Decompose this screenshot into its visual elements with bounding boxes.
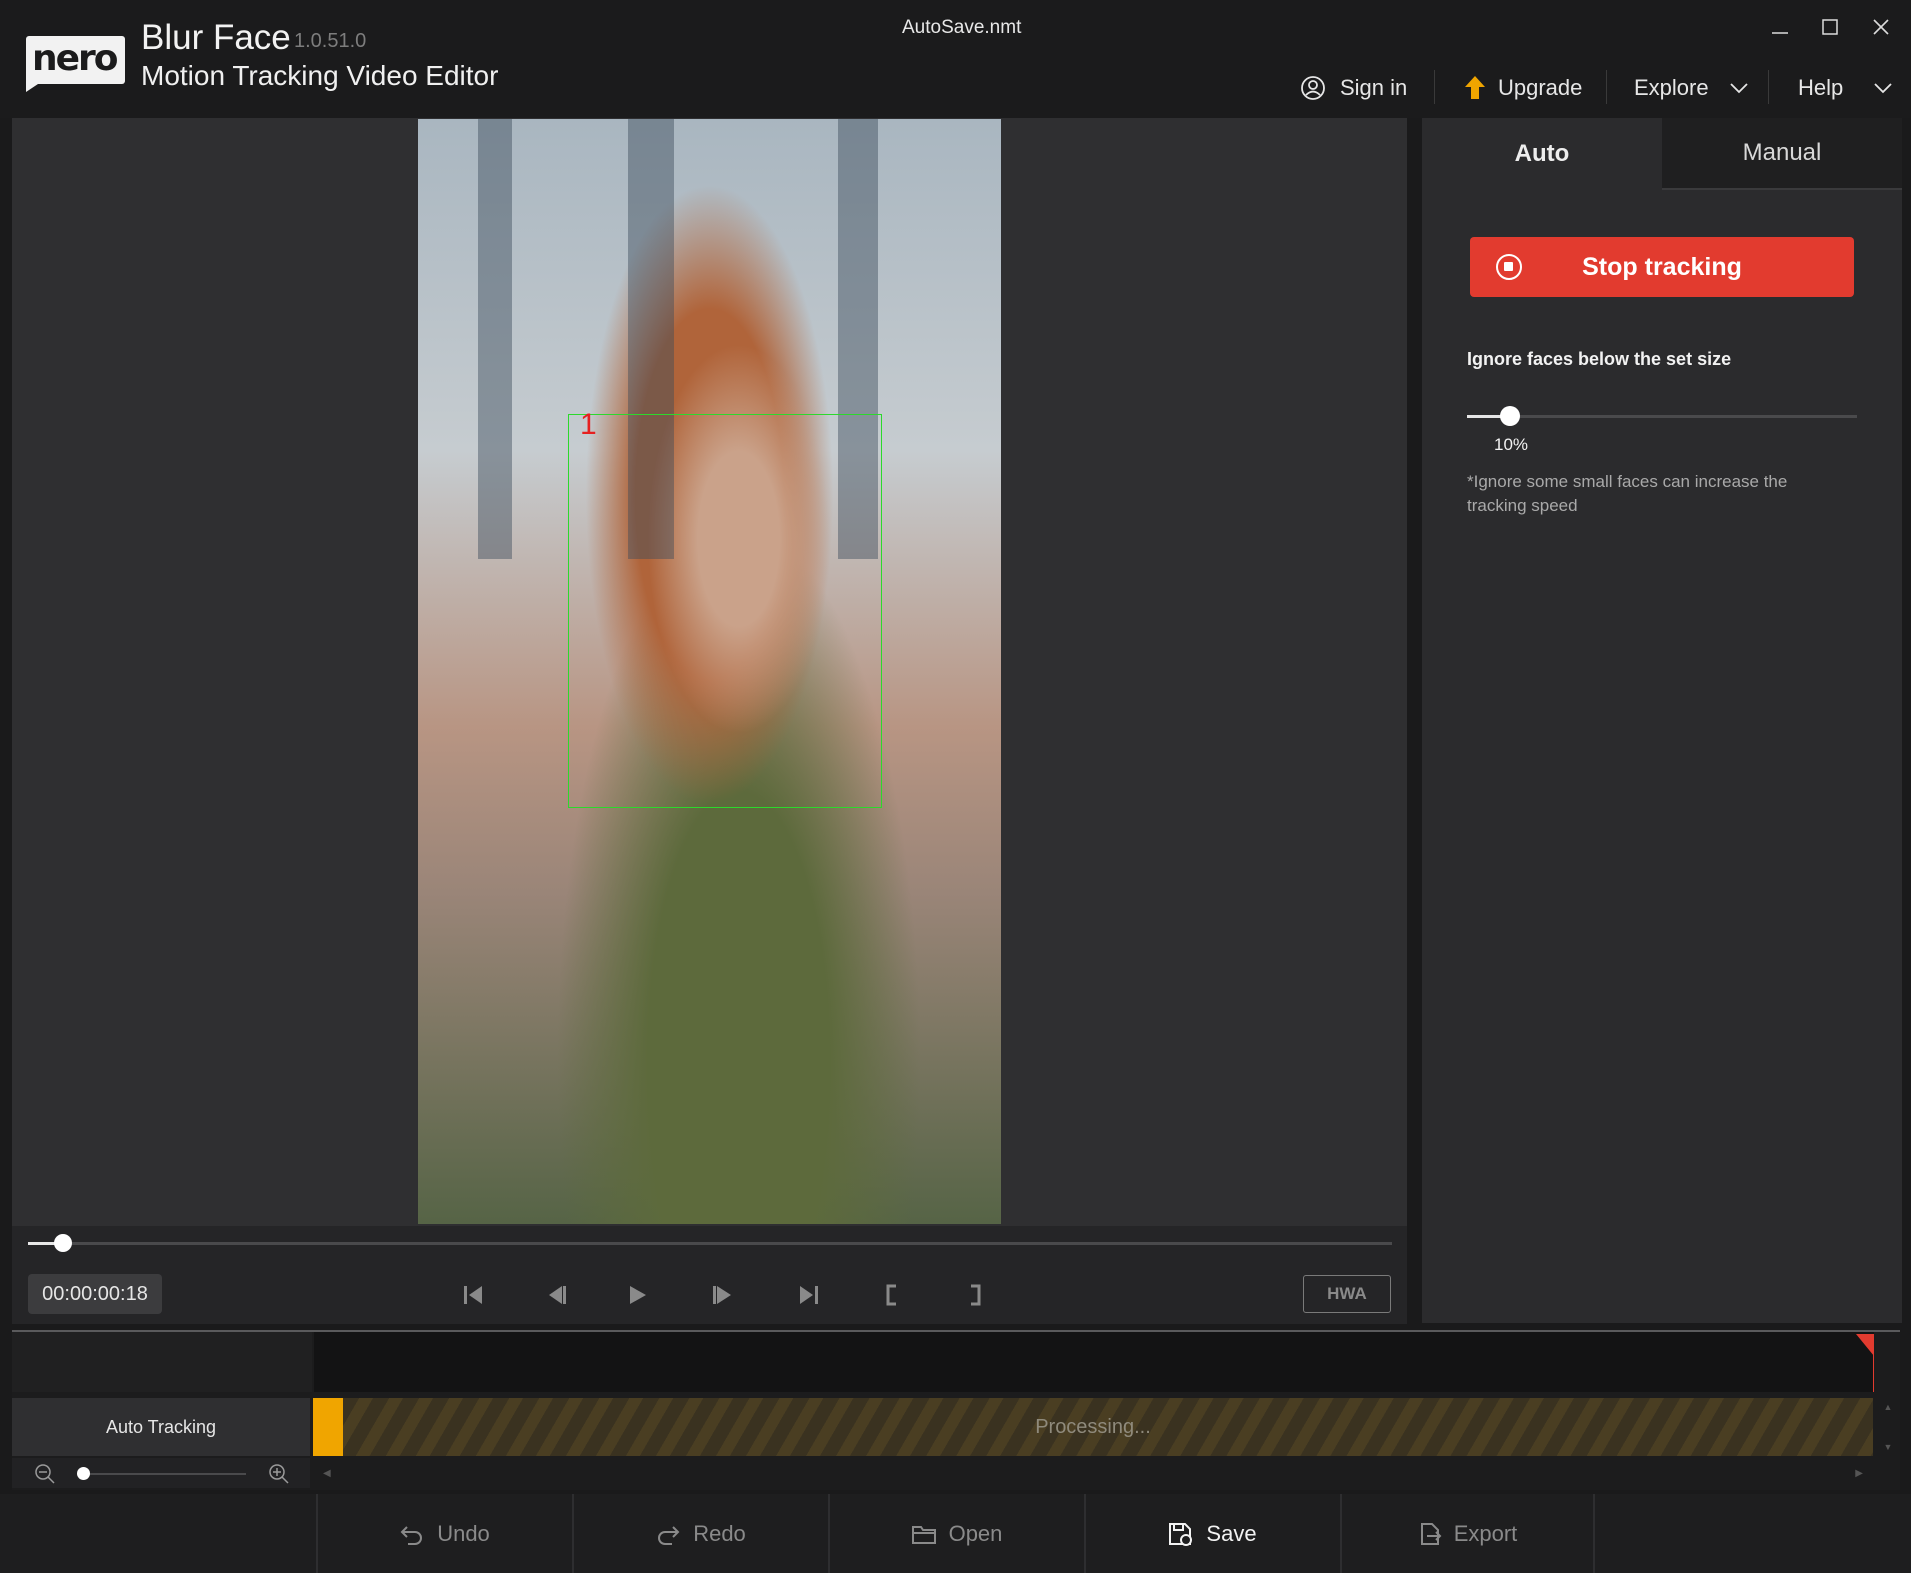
settings-panel (1422, 118, 1902, 1323)
track-vertical-scrollbar[interactable]: ▲ ▼ (1878, 1398, 1898, 1456)
app-subtitle: Motion Tracking Video Editor (141, 60, 499, 91)
track-label: Auto Tracking (12, 1398, 310, 1456)
help-menu[interactable]: Help (1798, 70, 1893, 106)
app-window: nero Blur Face 1.0.51.0 Motion Tracking … (0, 0, 1911, 1573)
minimize-icon[interactable] (1760, 12, 1800, 42)
help-label: Help (1798, 75, 1844, 100)
undo-icon (400, 1525, 423, 1545)
scrubber-handle[interactable] (54, 1234, 72, 1252)
scroll-up-icon[interactable]: ▲ (1884, 1402, 1893, 1412)
redo-button[interactable]: Redo (572, 1494, 827, 1573)
background-window-bar (478, 119, 512, 559)
nero-logo: nero (26, 36, 125, 84)
undo-button[interactable]: Undo (316, 1494, 571, 1573)
file-name: AutoSave.nmt (902, 17, 1022, 38)
user-icon (1301, 76, 1325, 100)
nav-divider (1606, 70, 1607, 104)
redo-icon (658, 1525, 680, 1545)
next-frame-icon[interactable] (703, 1275, 743, 1315)
tracking-progress-bar: Processing... (313, 1398, 1873, 1456)
explore-label: Explore (1634, 75, 1709, 100)
timeline-horizontal-scrollbar[interactable]: ◀ ▶ (313, 1458, 1873, 1488)
speed-hint: *Ignore some small faces can increase th… (1467, 472, 1788, 515)
timeline-ruler[interactable] (314, 1332, 1874, 1392)
explore-menu[interactable]: Explore (1634, 70, 1749, 106)
maximize-icon[interactable] (1810, 12, 1850, 42)
save-icon (1169, 1522, 1193, 1546)
tab-manual[interactable]: Manual (1662, 118, 1902, 190)
upgrade-button[interactable]: Upgrade (1464, 70, 1582, 106)
undo-label: Undo (437, 1520, 490, 1546)
tab-auto[interactable]: Auto (1422, 118, 1662, 190)
chevron-down-icon (1874, 83, 1892, 94)
playhead-line (1873, 1334, 1874, 1392)
close-icon[interactable] (1861, 12, 1901, 42)
save-button[interactable]: Save (1084, 1494, 1339, 1573)
face-tracking-box[interactable] (568, 414, 882, 808)
scroll-right-icon[interactable]: ▶ (1855, 1468, 1863, 1479)
zoom-in-icon[interactable] (268, 1463, 290, 1485)
scrubber-track[interactable] (28, 1242, 1392, 1245)
processing-label: Processing... (1035, 1415, 1151, 1438)
stop-icon (1496, 254, 1522, 280)
app-version: 1.0.51.0 (294, 30, 367, 52)
min-face-size-label: Ignore faces below the set size (1467, 349, 1732, 369)
slider-value: 10% (1494, 435, 1529, 454)
zoom-slider-handle[interactable] (77, 1467, 90, 1480)
upgrade-label: Upgrade (1498, 75, 1583, 100)
previous-frame-icon[interactable] (536, 1275, 576, 1315)
open-button[interactable]: Open (828, 1494, 1083, 1573)
sign-in-button[interactable]: Sign in (1300, 70, 1407, 106)
skip-to-end-icon[interactable] (789, 1275, 829, 1315)
slider-handle[interactable] (1500, 406, 1520, 426)
chevron-down-icon (1729, 83, 1748, 94)
mark-in-icon[interactable] (872, 1275, 912, 1315)
face-box-number: 1 (580, 408, 597, 441)
zoom-slider[interactable] (80, 1473, 246, 1475)
play-icon[interactable] (617, 1275, 657, 1315)
app-title: Blur Face (141, 18, 291, 57)
export-icon (1420, 1522, 1442, 1545)
scroll-left-icon[interactable]: ◀ (323, 1468, 331, 1479)
stop-tracking-label: Stop tracking (1582, 252, 1742, 281)
export-button[interactable]: Export (1340, 1494, 1595, 1573)
export-label: Export (1453, 1520, 1518, 1546)
folder-icon (911, 1525, 936, 1544)
upgrade-arrow-icon (1465, 76, 1485, 99)
hwa-button[interactable]: HWA (1303, 1275, 1391, 1313)
zoom-out-icon[interactable] (34, 1463, 56, 1485)
tracking-progress-head (313, 1398, 343, 1456)
mark-out-icon[interactable] (955, 1275, 995, 1315)
nav-divider (1768, 70, 1769, 104)
scroll-down-icon[interactable]: ▼ (1884, 1442, 1893, 1452)
open-label: Open (948, 1520, 1003, 1546)
save-label: Save (1206, 1520, 1257, 1546)
redo-label: Redo (693, 1520, 746, 1546)
timeline-header-left (12, 1332, 312, 1392)
sign-in-label: Sign in (1340, 75, 1408, 100)
skip-to-start-icon[interactable] (453, 1275, 493, 1315)
timecode-display: 00:00:00:18 (28, 1274, 162, 1314)
min-face-size-slider[interactable] (1467, 415, 1857, 418)
nav-divider (1434, 70, 1435, 104)
stop-tracking-button[interactable]: Stop tracking (1470, 237, 1854, 297)
